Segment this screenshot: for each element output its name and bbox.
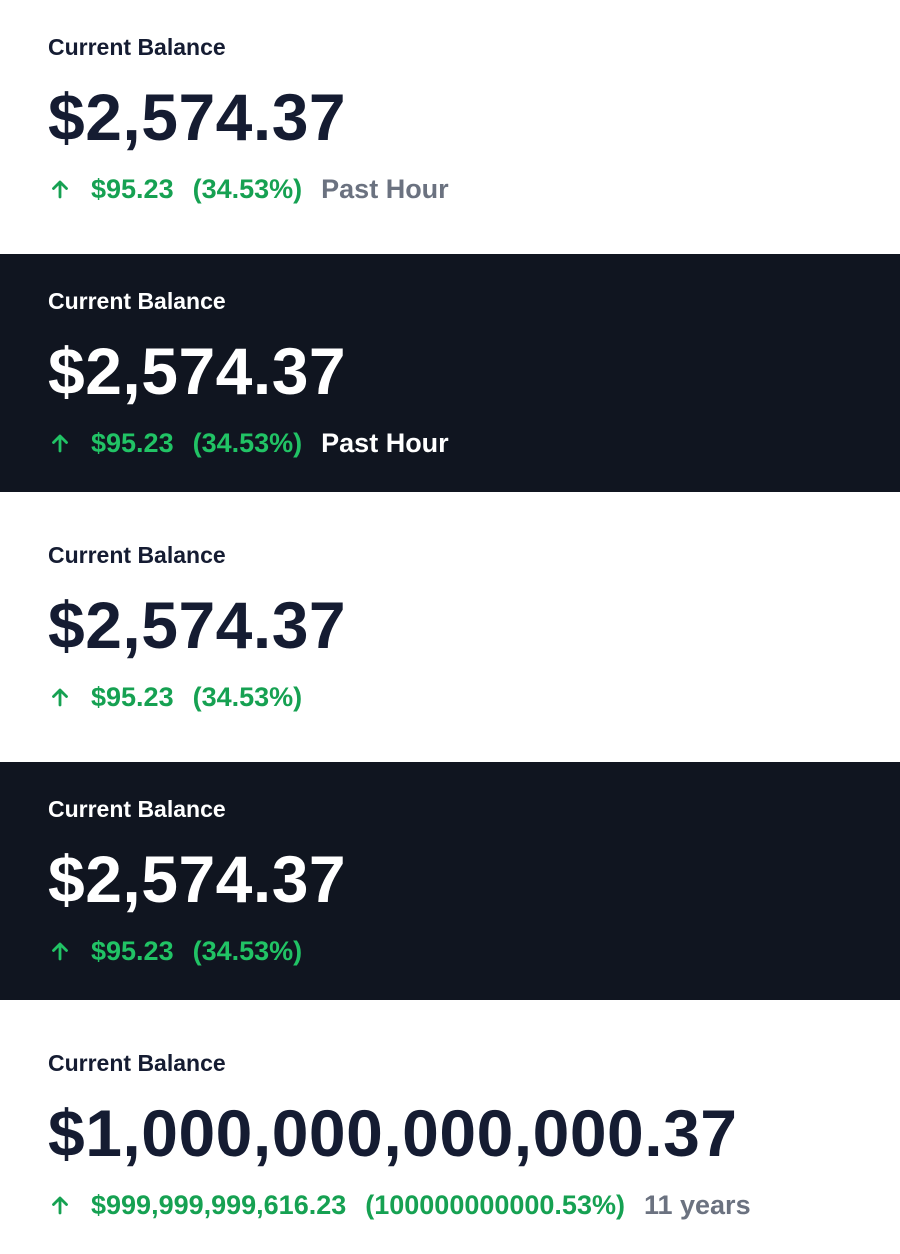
arrow-up-icon — [48, 1193, 72, 1217]
balance-label: Current Balance — [48, 542, 226, 568]
change-amount: $999,999,999,616.23 — [91, 1190, 347, 1220]
change-amount: $95.23 — [91, 428, 174, 458]
change-amount: $95.23 — [91, 936, 174, 966]
arrow-up-icon — [48, 939, 72, 963]
balance-change: $999,999,999,616.23 (100000000000.53%) 1… — [48, 1188, 751, 1222]
balance-change: $95.23 (34.53%) Past Hour — [48, 172, 449, 206]
arrow-up-icon — [48, 177, 72, 201]
change-percent: (34.53%) — [192, 936, 303, 966]
balance-change: $95.23 (34.53%) — [48, 934, 321, 968]
change-period: Past Hour — [321, 174, 449, 204]
balance-amount: $2,574.37 — [48, 334, 347, 408]
arrow-up-icon — [48, 685, 72, 709]
balance-amount: $1,000,000,000,000.37 — [48, 1096, 738, 1170]
change-percent: (100000000000.53%) — [365, 1190, 625, 1220]
balance-label: Current Balance — [48, 34, 226, 60]
change-percent: (34.53%) — [192, 682, 303, 712]
change-percent: (34.53%) — [192, 428, 303, 458]
arrow-up-icon — [48, 431, 72, 455]
change-period: 11 years — [643, 1190, 751, 1220]
balance-label: Current Balance — [48, 288, 226, 314]
balance-card-light: Current Balance $2,574.37 $95.23 (34.53%… — [0, 492, 900, 762]
balance-amount: $2,574.37 — [48, 588, 347, 662]
change-amount: $95.23 — [91, 174, 174, 204]
balance-amount: $2,574.37 — [48, 842, 347, 916]
change-period: Past Hour — [321, 428, 449, 458]
change-percent: (34.53%) — [192, 174, 303, 204]
balance-change: $95.23 (34.53%) — [48, 680, 321, 714]
balance-card-dark: Current Balance $2,574.37 $95.23 (34.53%… — [0, 762, 900, 1000]
balance-card-light-with-period: Current Balance $2,574.37 $95.23 (34.53%… — [0, 0, 900, 254]
balance-card-dark-with-period: Current Balance $2,574.37 $95.23 (34.53%… — [0, 254, 900, 492]
balance-amount: $2,574.37 — [48, 80, 347, 154]
balance-card-light-large: Current Balance $1,000,000,000,000.37 $9… — [0, 1000, 900, 1254]
change-amount: $95.23 — [91, 682, 174, 712]
balance-label: Current Balance — [48, 796, 226, 822]
balance-change: $95.23 (34.53%) Past Hour — [48, 426, 449, 460]
balance-label: Current Balance — [48, 1050, 226, 1076]
